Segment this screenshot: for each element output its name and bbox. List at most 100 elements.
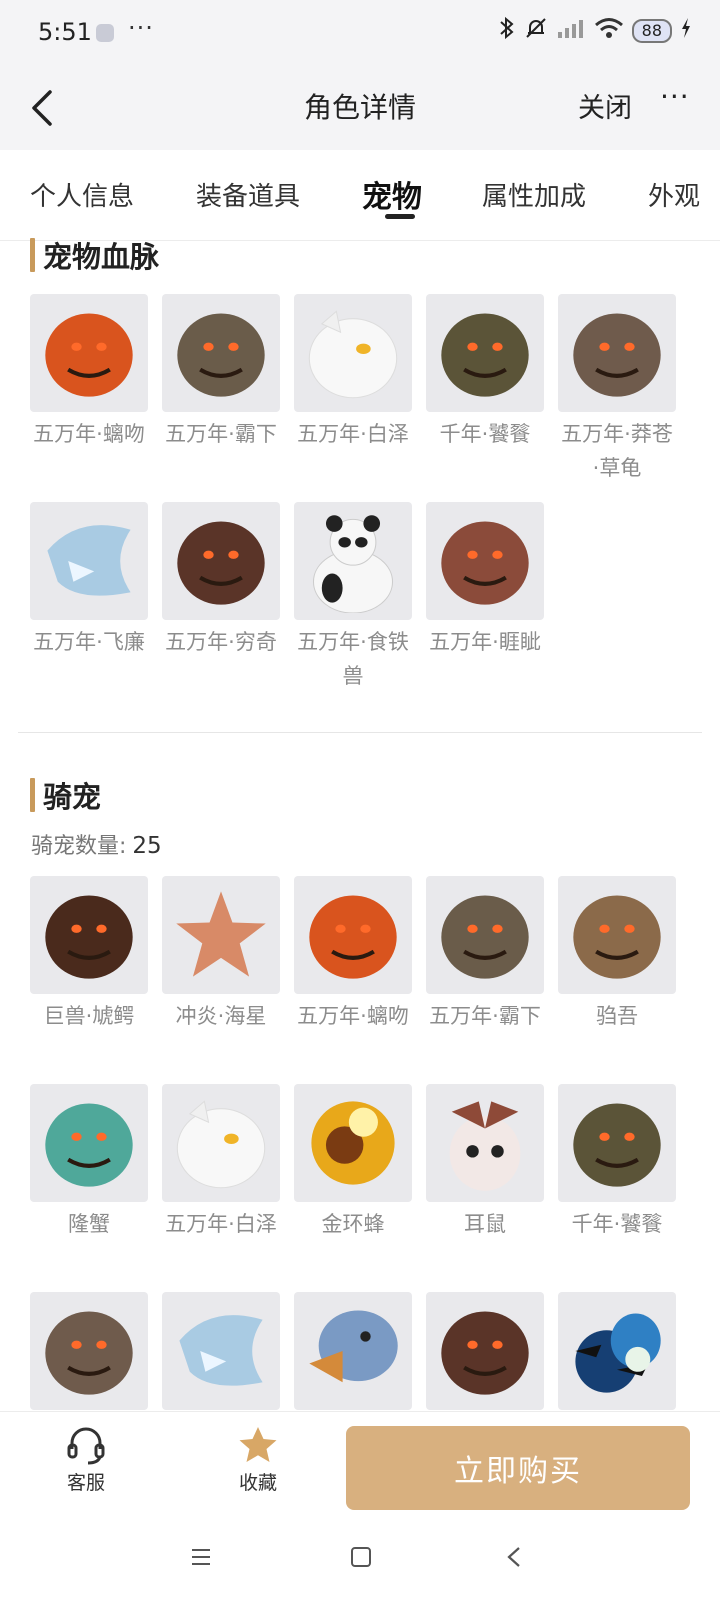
section-title-mounts: 骑宠: [30, 774, 101, 816]
pet-card[interactable]: 千年·饕餮: [558, 1084, 676, 1241]
home-key-icon[interactable]: [350, 1545, 372, 1575]
bottom-action-bar: 客服 收藏 立即购买: [0, 1411, 720, 1522]
pet-name: 隆蟹: [68, 1212, 110, 1236]
pet-card[interactable]: [426, 1292, 544, 1415]
section-title-text: 骑宠: [43, 780, 102, 814]
pet-card[interactable]: 五万年·霸下: [426, 876, 544, 1033]
pet-name: 五万年·螭吻: [33, 422, 145, 446]
pet-card[interactable]: 五万年·霸下: [162, 294, 280, 451]
white-beast-icon: [294, 294, 412, 412]
pet-name: 五万年·霸下: [165, 422, 277, 446]
tab-pets[interactable]: 宠物: [362, 172, 422, 216]
pet-name: 驺吾: [596, 1004, 638, 1028]
pet-card[interactable]: 驺吾: [558, 876, 676, 1033]
mouse-icon: [426, 1084, 544, 1202]
pet-card[interactable]: 五万年·睚眦: [426, 502, 544, 659]
pet-name: 千年·饕餮: [571, 1212, 663, 1236]
tab-personal-info[interactable]: 个人信息: [30, 176, 134, 213]
favorite-label: 收藏: [238, 1472, 277, 1494]
customer-service-button[interactable]: 客服: [36, 1422, 136, 1495]
taotie-icon: [558, 1084, 676, 1202]
nav-bar: 角色详情 关闭 ···: [0, 66, 720, 150]
favorite-button[interactable]: 收藏: [208, 1422, 308, 1495]
pet-name: 五万年·食铁兽: [297, 630, 409, 688]
taotie-icon: [426, 294, 544, 412]
section-marker: [30, 238, 35, 272]
bluetooth-icon: [498, 16, 516, 45]
charging-icon: [680, 17, 692, 44]
pet-name: 五万年·莽苍·草龟: [561, 422, 673, 480]
pet-card[interactable]: [558, 1292, 676, 1415]
fire-dragon-icon: [294, 876, 412, 994]
pet-card[interactable]: 五万年·穷奇: [162, 502, 280, 659]
dragon-turtle-icon: [162, 294, 280, 412]
pet-card[interactable]: 五万年·白泽: [294, 294, 412, 451]
pet-name: 五万年·睚眦: [429, 630, 541, 654]
mount-count-value: 25: [132, 833, 162, 859]
headset-icon: [36, 1422, 136, 1468]
back-key-icon[interactable]: [506, 1545, 522, 1575]
pet-card[interactable]: 五万年·飞廉: [30, 502, 148, 659]
active-tab-indicator: [385, 214, 415, 219]
status-time: 5:51: [38, 18, 92, 46]
tortoise-icon: [558, 294, 676, 412]
pet-name: 五万年·白泽: [297, 422, 409, 446]
pet-card[interactable]: 五万年·莽苍·草龟: [558, 294, 676, 485]
signal-icon: [556, 16, 586, 45]
tab-appearance[interactable]: 外观: [648, 176, 700, 213]
pet-name: 五万年·螭吻: [297, 1004, 409, 1028]
notification-icon: [96, 24, 114, 42]
pet-card[interactable]: 五万年·螭吻: [30, 294, 148, 451]
pet-name: 千年·饕餮: [439, 422, 531, 446]
fire-dragon-icon: [30, 294, 148, 412]
bee-icon: [294, 1084, 412, 1202]
pet-name: 五万年·霸下: [429, 1004, 541, 1028]
tab-equipment[interactable]: 装备道具: [196, 176, 300, 213]
tusk-beast-icon: [162, 502, 280, 620]
close-button[interactable]: 关闭: [578, 86, 632, 125]
section-divider: [18, 732, 702, 733]
customer-service-label: 客服: [66, 1472, 105, 1494]
pet-name: 耳鼠: [464, 1212, 506, 1236]
status-more-icon: ···: [128, 14, 154, 42]
mute-bell-icon: [524, 16, 548, 45]
status-icons: 88: [498, 16, 692, 45]
panda-icon: [294, 502, 412, 620]
tab-attribute-bonus[interactable]: 属性加成: [482, 176, 586, 213]
pet-card[interactable]: [162, 1292, 280, 1415]
pet-name: 冲炎·海星: [175, 1004, 267, 1028]
eagle-icon: [294, 1292, 412, 1410]
pet-card[interactable]: 五万年·白泽: [162, 1084, 280, 1241]
pet-card[interactable]: 金环蜂: [294, 1084, 412, 1241]
tab-bar: 个人信息 装备道具 宠物 属性加成 外观: [0, 150, 720, 241]
pet-card[interactable]: [30, 1292, 148, 1415]
red-dragon-icon: [426, 502, 544, 620]
pet-card[interactable]: [294, 1292, 412, 1415]
crab-icon: [30, 1084, 148, 1202]
ice-bird-icon: [162, 1292, 280, 1410]
dragon-turtle-icon: [426, 876, 544, 994]
mount-count-label: 骑宠数量:: [31, 834, 127, 859]
pet-name: 五万年·飞廉: [33, 630, 145, 654]
white-beast-icon: [162, 1084, 280, 1202]
tortoise-icon: [30, 1292, 148, 1410]
pet-card[interactable]: 耳鼠: [426, 1084, 544, 1241]
battery-icon: 88: [631, 18, 672, 43]
status-bar: 5:51 ··· 88: [0, 0, 720, 66]
pet-card[interactable]: 千年·饕餮: [426, 294, 544, 451]
pet-card[interactable]: 五万年·食铁兽: [294, 502, 412, 693]
section-title-bloodline: 宠物血脉: [30, 234, 159, 276]
section-marker: [30, 778, 35, 812]
boar-icon: [558, 876, 676, 994]
pet-name: 金环蜂: [321, 1212, 385, 1236]
pet-card[interactable]: 冲炎·海星: [162, 876, 280, 1033]
menu-key-icon[interactable]: [190, 1545, 212, 1575]
pet-card[interactable]: 隆蟹: [30, 1084, 148, 1241]
starfish-icon: [162, 876, 280, 994]
section-title-text: 宠物血脉: [43, 240, 160, 274]
buy-now-button[interactable]: 立即购买: [346, 1426, 690, 1510]
lava-beast-icon: [30, 876, 148, 994]
more-menu-button[interactable]: ···: [660, 80, 690, 113]
pet-card[interactable]: 巨兽·虓鳄: [30, 876, 148, 1033]
pet-card[interactable]: 五万年·螭吻: [294, 876, 412, 1033]
